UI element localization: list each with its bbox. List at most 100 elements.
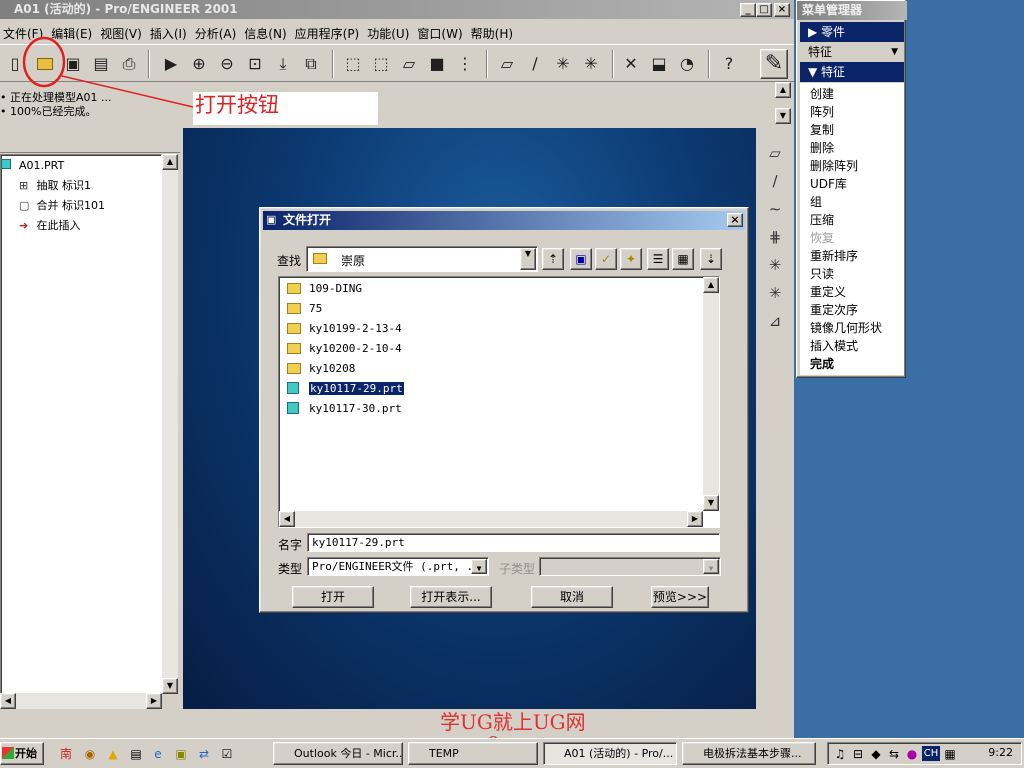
scroll-left-icon[interactable]: ◀ (279, 511, 295, 527)
tree-horizontal-scrollbar[interactable]: ◀ ▶ (0, 693, 162, 709)
language-indicator[interactable]: CH (922, 746, 940, 761)
scroll-up-icon[interactable]: ▲ (703, 277, 719, 293)
volume-icon[interactable]: ♫ (832, 746, 848, 762)
chevron-down-icon[interactable]: ▼ (520, 248, 536, 270)
menu-insert[interactable]: 插入(I) (147, 21, 192, 42)
list-item-selected[interactable]: ky10117-29.prt (287, 380, 405, 398)
menu-info[interactable]: 信息(N) (241, 21, 291, 42)
menu-item-reorder[interactable]: 重新排序 (810, 247, 858, 265)
scroll-up-icon[interactable]: ▲ (162, 154, 178, 170)
orient-icon[interactable]: ⤓ (272, 53, 294, 75)
task-outlook[interactable]: Outlook 今日 - Micr... (273, 742, 403, 765)
clock[interactable]: 9:22 (988, 746, 1013, 759)
tray-icon[interactable]: ◆ (868, 746, 884, 762)
tray-icon[interactable]: ⇆ (886, 746, 902, 762)
menu-utilities[interactable]: 功能(U) (364, 21, 414, 42)
print-icon[interactable]: ⎙ (118, 53, 140, 75)
zoom-in-icon[interactable]: ⊕ (188, 53, 210, 75)
menu-file[interactable]: 文件(F) (0, 21, 48, 42)
repaint-icon[interactable]: ▶ (160, 53, 182, 75)
saved-views-icon[interactable]: ⧉ (300, 53, 322, 75)
task-temp[interactable]: TEMP (408, 742, 538, 765)
scroll-right-icon[interactable]: ▶ (687, 511, 703, 527)
lookin-dropdown[interactable]: 崇原 ▼ (306, 246, 538, 272)
menu-item-mirror-geom[interactable]: 镜像几何形状 (810, 319, 882, 337)
wireframe-icon[interactable]: ⬚ (342, 53, 364, 75)
menu-item-udf-library[interactable]: UDF库 (810, 175, 847, 193)
minimize-button[interactable]: _ (740, 3, 756, 17)
shading-icon[interactable]: ■ (426, 53, 448, 75)
context-help-icon[interactable]: ? (718, 53, 740, 75)
quicklaunch-icon[interactable]: ⇄ (196, 746, 212, 762)
render-icon[interactable]: ◔ (676, 53, 698, 75)
details-view-button[interactable]: ▦ (672, 248, 694, 270)
menu-item-suppress[interactable]: 压缩 (810, 211, 834, 229)
quicklaunch-icon[interactable]: ☑ (219, 746, 235, 762)
chevron-down-icon[interactable]: ▼ (471, 559, 487, 574)
menu-item-delete[interactable]: 删除 (810, 139, 834, 157)
surface-tool-icon[interactable]: ⋕ (764, 226, 786, 248)
menu-applications[interactable]: 应用程序(P) (292, 21, 365, 42)
list-item[interactable]: 109-DING (287, 280, 362, 298)
maximize-button[interactable]: □ (756, 3, 772, 17)
quicklaunch-icon[interactable]: 南 (58, 746, 74, 762)
zoom-fit-icon[interactable]: ⊡ (244, 53, 266, 75)
hidden-line-icon[interactable]: ⬚ (370, 53, 392, 75)
filename-input[interactable]: ky10117-29.prt (307, 533, 720, 552)
tree-item-insert-here[interactable]: ➜ 在此插入 (19, 218, 81, 234)
analysis-tool-icon[interactable]: ⊿ (764, 310, 786, 332)
close-button[interactable]: × (774, 3, 790, 17)
part-header[interactable]: ▶ 零件 (800, 22, 904, 42)
menu-item-insert-mode[interactable]: 插入模式 (810, 337, 858, 355)
menu-item-create[interactable]: 创建 (810, 85, 834, 103)
cancel-button[interactable]: 取消 (531, 586, 613, 608)
open-rep-button[interactable]: 打开表示... (410, 586, 492, 608)
quicklaunch-icon[interactable]: ◉ (82, 746, 98, 762)
menu-item-redefine[interactable]: 重定义 (810, 283, 846, 301)
sketch-pen-icon[interactable]: ✎ (760, 49, 788, 79)
type-dropdown[interactable]: Pro/ENGINEER文件 (.prt, .as ▼ (307, 557, 489, 576)
list-view-button[interactable]: ☰ (647, 248, 669, 270)
tree-item-extract[interactable]: ⊞ 抽取 标识1 (19, 178, 91, 194)
scroll-left-icon[interactable]: ◀ (0, 693, 16, 709)
datum-axes-icon[interactable]: ∕ (524, 53, 546, 75)
spin-center-icon[interactable]: ✕ (620, 53, 642, 75)
feature-header[interactable]: ▼ 特征 (800, 62, 904, 82)
up-folder-button[interactable]: ⇡ (542, 248, 564, 270)
open-button[interactable]: 打开 (292, 586, 374, 608)
save-icon[interactable]: ▣ (62, 53, 84, 75)
list-item[interactable]: 75 (287, 300, 322, 318)
open-folder-icon[interactable] (34, 53, 56, 75)
list-item[interactable]: ky10199-2-13-4 (287, 320, 402, 338)
menu-analysis[interactable]: 分析(A) (192, 21, 242, 42)
scroll-down-icon[interactable]: ▼ (162, 678, 178, 694)
scroll-down-icon[interactable]: ▼ (703, 495, 719, 511)
ie-icon[interactable]: e (150, 746, 166, 762)
coord-sys-icon[interactable]: ✳ (580, 53, 602, 75)
msg-scroll-up[interactable]: ▲ (775, 82, 791, 98)
desktop-button[interactable]: ▣ (570, 248, 592, 270)
task-document[interactable]: 电极拆法基本步骤... (682, 742, 816, 765)
save-copy-icon[interactable]: ▤ (90, 53, 112, 75)
menu-item-group[interactable]: 组 (810, 193, 822, 211)
feature-dropdown[interactable]: 特征 ▼ (800, 42, 904, 62)
msg-scroll-down[interactable]: ▼ (775, 108, 791, 124)
plane-tool-icon[interactable]: ▱ (764, 142, 786, 164)
task-proengineer[interactable]: A01 (活动的) - Pro/... (543, 742, 677, 765)
list-item[interactable]: ky10117-30.prt (287, 400, 402, 418)
model-tree-icon[interactable]: ⋮ (454, 53, 476, 75)
quicklaunch-icon[interactable]: ▤ (128, 746, 144, 762)
menu-item-reroute[interactable]: 重定次序 (810, 301, 858, 319)
dialog-close-button[interactable]: × (727, 213, 743, 227)
quicklaunch-icon[interactable]: ▣ (173, 746, 189, 762)
menu-item-delete-pattern[interactable]: 删除阵列 (810, 157, 858, 175)
point-tool-icon[interactable]: ✳ (764, 254, 786, 276)
list-vertical-scrollbar[interactable]: ▲ ▼ (703, 277, 719, 511)
list-item[interactable]: ky10208 (287, 360, 355, 378)
network-icon[interactable]: ⊟ (850, 746, 866, 762)
working-dir-button[interactable]: ✓ (595, 248, 617, 270)
menu-view[interactable]: 视图(V) (97, 21, 147, 42)
menu-edit[interactable]: 编辑(E) (48, 21, 97, 42)
csys-tool-icon[interactable]: ✳ (764, 282, 786, 304)
list-horizontal-scrollbar[interactable]: ◀ ▶ (279, 511, 703, 527)
